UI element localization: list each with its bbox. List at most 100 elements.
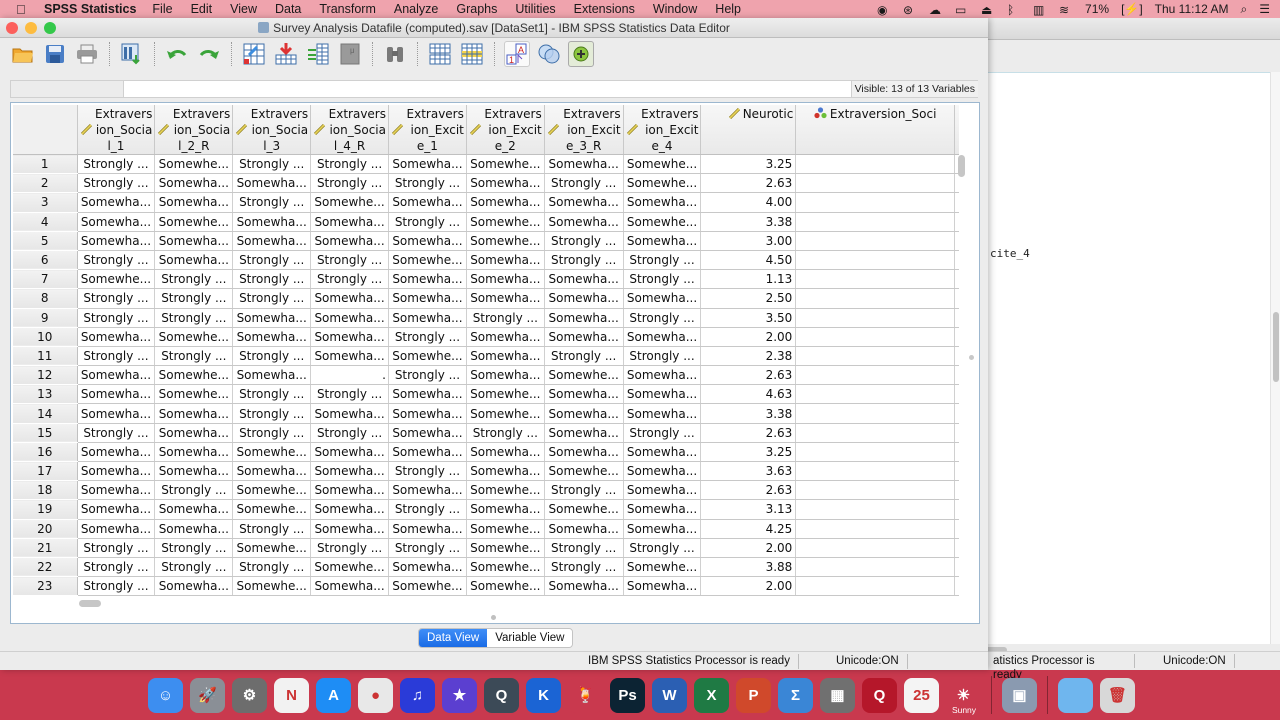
data-cell[interactable]: Somewha...	[154, 403, 234, 424]
data-cell[interactable]: Somewha...	[232, 173, 312, 194]
empty-column-header[interactable]	[954, 105, 959, 155]
bluetooth-icon[interactable]: ᛒ	[1007, 3, 1021, 17]
data-cell[interactable]: Strongly ...	[77, 250, 156, 271]
data-cell[interactable]: Somewha...	[544, 403, 624, 424]
data-cell[interactable]: Somewhe...	[388, 576, 467, 597]
row-number[interactable]: 15	[13, 423, 78, 443]
data-cell[interactable]: Somewha...	[154, 231, 234, 251]
data-cell[interactable]: Strongly ...	[77, 308, 156, 328]
dock-preview-icon[interactable]: ▣	[1002, 677, 1037, 713]
data-cell[interactable]: Strongly ...	[232, 154, 312, 175]
data-cell[interactable]: Somewhe...	[466, 576, 545, 597]
go-to-case-button[interactable]	[241, 41, 267, 67]
dock-chrome-icon[interactable]: ●	[358, 677, 393, 713]
data-cell[interactable]: Strongly ...	[77, 173, 156, 194]
row-number[interactable]: 8	[13, 288, 78, 309]
data-cell[interactable]: Somewha...	[388, 519, 467, 539]
dock-word-icon[interactable]: W	[652, 677, 687, 713]
column-header[interactable]: Extravers ion_Excit e_2	[466, 105, 545, 155]
data-cell[interactable]: Strongly ...	[310, 384, 389, 405]
data-cell[interactable]: Strongly ...	[77, 576, 156, 597]
data-cell[interactable]: Somewhe...	[388, 250, 467, 271]
data-cell[interactable]: 2.00	[700, 538, 797, 558]
data-cell[interactable]: Somewha...	[623, 480, 702, 501]
data-cell[interactable]: Somewha...	[623, 519, 702, 539]
data-cell[interactable]: Somewha...	[154, 576, 234, 597]
data-cell[interactable]: 3.38	[700, 403, 797, 424]
data-cell[interactable]: Somewha...	[232, 327, 312, 347]
data-cell[interactable]: 3.25	[700, 154, 797, 175]
data-cell[interactable]: Somewhe...	[154, 154, 234, 175]
row-number[interactable]: 6	[13, 250, 78, 271]
data-cell[interactable]: Strongly ...	[77, 557, 156, 578]
horizontal-split-handle[interactable]	[491, 615, 496, 620]
data-cell[interactable]: Strongly ...	[388, 499, 467, 520]
data-cell[interactable]: Somewha...	[388, 288, 467, 309]
column-header[interactable]: Extraversion_Soci	[795, 105, 955, 155]
dock-finder-icon[interactable]: ☺	[148, 677, 183, 713]
column-header[interactable]: Extravers ion_Excit e_4	[623, 105, 702, 155]
data-cell[interactable]: Somewha...	[154, 423, 234, 443]
data-cell[interactable]: Strongly ...	[154, 308, 234, 328]
show-all-variables-button[interactable]	[568, 41, 594, 67]
data-cell[interactable]: Somewha...	[77, 403, 156, 424]
data-cell[interactable]: Somewhe...	[232, 576, 312, 597]
row-number[interactable]: 9	[13, 308, 78, 328]
menu-help[interactable]: Help	[715, 2, 741, 16]
data-cell[interactable]: Somewha...	[388, 269, 467, 290]
data-cell[interactable]: Strongly ...	[623, 308, 702, 328]
data-cell[interactable]: Somewhe...	[623, 557, 702, 578]
split-file-button[interactable]	[459, 41, 485, 67]
row-number[interactable]: 23	[13, 576, 78, 597]
column-header[interactable]: Extravers ion_Socia l_3	[232, 105, 312, 155]
data-cell[interactable]: Strongly ...	[232, 557, 312, 578]
dock-excel-icon[interactable]: X	[694, 677, 729, 713]
data-cell[interactable]: Somewha...	[466, 365, 545, 386]
airplay-icon[interactable]: ⏏	[981, 3, 995, 17]
data-cell[interactable]: Strongly ...	[544, 173, 624, 194]
apple-menu-icon[interactable]: 	[16, 2, 30, 17]
data-cell[interactable]: Strongly ...	[232, 250, 312, 271]
tab-variable-view[interactable]: Variable View	[487, 629, 573, 647]
data-cell[interactable]: Strongly ...	[154, 269, 234, 290]
dock-weather-icon[interactable]: ☀ Sunny	[946, 677, 981, 715]
app-menu[interactable]: SPSS Statistics	[44, 2, 136, 16]
dock-spss-calc-icon[interactable]: Σ	[778, 677, 813, 713]
row-number[interactable]: 17	[13, 461, 78, 482]
data-cell[interactable]	[795, 250, 955, 271]
data-cell[interactable]: Somewha...	[388, 154, 467, 175]
data-cell[interactable]: Strongly ...	[232, 423, 312, 443]
data-cell[interactable]: Somewha...	[310, 499, 389, 520]
data-cell[interactable]: Somewhe...	[466, 480, 545, 501]
run-descriptive-statistics-button[interactable]: μ	[337, 41, 363, 67]
data-cell[interactable]: .	[310, 365, 389, 386]
data-cell[interactable]: Somewha...	[544, 327, 624, 347]
data-cell[interactable]: Somewha...	[310, 480, 389, 501]
data-cell[interactable]	[795, 308, 955, 328]
data-cell[interactable]: Strongly ...	[623, 346, 702, 367]
data-cell[interactable]: Strongly ...	[232, 346, 312, 367]
row-number[interactable]: 3	[13, 192, 78, 213]
data-cell[interactable]: Somewha...	[623, 461, 702, 482]
data-cell[interactable]: 2.63	[700, 365, 797, 386]
data-cell[interactable]: 3.50	[700, 308, 797, 328]
display-icon[interactable]: ▭	[955, 3, 969, 17]
data-cell[interactable]: 2.50	[700, 288, 797, 309]
battery-icon[interactable]: [⚡]	[1121, 2, 1143, 16]
data-cell[interactable]	[795, 480, 955, 501]
grid-vertical-scrollbar[interactable]	[957, 155, 965, 595]
menu-utilities[interactable]: Utilities	[515, 2, 555, 16]
menu-view[interactable]: View	[230, 2, 257, 16]
dock-imovie-icon[interactable]: ★	[442, 677, 477, 713]
save-button[interactable]	[42, 41, 68, 67]
undo-button[interactable]	[164, 41, 190, 67]
dock-app-store-icon[interactable]: A	[316, 677, 351, 713]
data-cell[interactable]: 3.25	[700, 442, 797, 463]
row-number[interactable]: 5	[13, 231, 78, 251]
data-cell[interactable]: Strongly ...	[623, 423, 702, 443]
data-cell[interactable]: Strongly ...	[154, 538, 234, 558]
data-cell[interactable]: Somewha...	[154, 461, 234, 482]
data-cell[interactable]: Somewha...	[623, 576, 702, 597]
data-cell[interactable]: Somewhe...	[232, 499, 312, 520]
data-cell[interactable]: Somewhe...	[388, 346, 467, 367]
